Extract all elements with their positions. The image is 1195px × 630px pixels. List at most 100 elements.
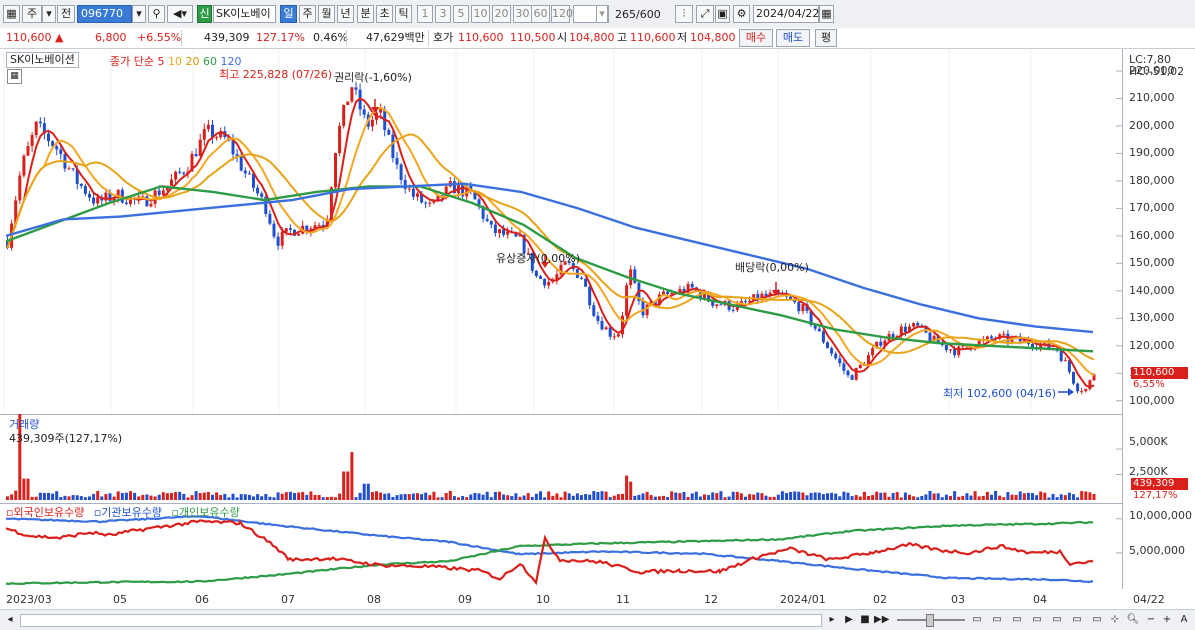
zoom-slider-handle[interactable] [926,614,934,627]
prev-button[interactable]: 전 [57,5,75,23]
candle-body [826,342,829,349]
calendar-icon[interactable]: ▦ [819,5,834,23]
candle-body [161,190,165,196]
tab-day[interactable]: 일 [280,5,297,23]
num-tab-1[interactable]: 1 [417,5,433,23]
draw-tool-icon[interactable]: ⤢ [696,5,714,23]
candle-body [317,224,321,226]
layout-icon-5[interactable]: ▭ [1050,612,1064,628]
volume-bar [854,494,858,500]
x-axis-label: 2023/03 [6,593,52,606]
layout-icon-1[interactable]: ▭ [970,612,984,628]
candle-body [411,188,415,197]
volume-bar [924,494,928,500]
volume-bar [928,490,932,500]
volume-bar [899,497,903,500]
stock-code-input[interactable]: 096770 [77,5,132,23]
candle-body [247,173,251,175]
volume-bar [305,494,309,500]
crosshair-icon[interactable]: ⊹ [1108,612,1122,628]
fast-forward-icon[interactable]: ▶▶ [874,612,889,628]
zoom-icon[interactable]: 🔍︎ [1126,612,1140,628]
sell-button[interactable]: 매도 [776,29,810,47]
stock-label-box[interactable]: SK이노베이션 [6,52,79,68]
num-tab-20[interactable]: 20 [492,5,511,23]
num-tab-10[interactable]: 10 [471,5,490,23]
chart-scrollbar[interactable]: ◂ ▸ ▶ ■ ▶▶ ▭ ▭ ▭ ▭ ▭ ▭ ▭ ⊹ 🔍︎ − + A [0,609,1195,630]
price-y-tick: 190,000 [1129,146,1175,160]
volume-bar [416,493,419,500]
eval-button[interactable]: 평 [815,29,837,47]
volume-bar [1010,494,1014,500]
layout-icon-7[interactable]: ▭ [1090,612,1104,628]
zoom-out-icon[interactable]: − [1145,612,1157,628]
volume-chart-canvas[interactable] [0,414,1122,503]
table-icon[interactable]: ▦ [7,69,22,84]
speaker-icon[interactable]: ◀▾ [167,5,193,23]
volume-bar [161,492,165,500]
date-field[interactable]: 2024/04/22 [753,5,819,23]
volume-bar [694,491,698,500]
gear-icon[interactable]: ⚙ [733,5,750,23]
candle-body [1063,360,1067,362]
grid-menu-icon[interactable]: ▦ [3,5,20,23]
scroll-track[interactable] [20,614,822,627]
candle-type-icon[interactable]: ⫶ [675,5,693,23]
stop-icon[interactable]: ■ [858,612,872,628]
layout-icon-4[interactable]: ▭ [1030,612,1044,628]
legend-individual[interactable]: ▫개인보유수량 [172,506,240,519]
buy-button[interactable]: 매수 [739,29,773,47]
search-icon[interactable]: ⚲ [148,5,165,23]
font-size-icon[interactable]: A [1177,612,1191,628]
candle-body [407,188,411,190]
tab-year[interactable]: 년 [337,5,354,23]
volume-bar [797,491,801,500]
tab-week[interactable]: 주 [299,5,316,23]
candle-body [38,121,42,124]
scroll-right-icon[interactable]: ▸ [826,612,838,628]
volume-bar [633,495,637,500]
tab-second-label: 초 [379,7,390,20]
layout-icon-6[interactable]: ▭ [1070,612,1084,628]
save-icon[interactable]: ▣ [715,5,730,23]
candle-body [547,281,551,286]
play-icon[interactable]: ▶ [842,612,856,628]
chevron-down-icon[interactable]: ▾ [42,5,56,23]
tab-second[interactable]: 초 [376,5,393,23]
num-tab-120[interactable]: 120 [551,5,573,23]
legend-foreign[interactable]: ▫외국인보유수량 [6,506,84,519]
code-dropdown-icon[interactable]: ▾ [132,5,146,23]
chevron-down-icon[interactable]: ▾ [596,5,608,23]
stock-name-field[interactable]: SK이노베이 [213,5,276,23]
candle-body [1076,383,1080,392]
num-tab-60[interactable]: 60 [531,5,550,23]
legend-institution[interactable]: ▫기관보유수량 [94,506,162,519]
scroll-left-icon[interactable]: ◂ [4,612,16,628]
num-tab-label: 20 [494,7,509,20]
num-tab-5[interactable]: 5 [453,5,469,23]
volume-bar [1055,497,1059,500]
zoom-in-icon[interactable]: + [1161,612,1173,628]
num-tab-3[interactable]: 3 [435,5,451,23]
num-tab-30[interactable]: 30 [513,5,532,23]
toolbar: ▦ 주 ▾ 전 096770 ▾ ⚲ ◀▾ 신 SK이노베이 일 주 월 년 분… [0,0,1195,29]
volume-bar [563,491,567,500]
event-capital-increase: 유상증자(0,00%) [496,252,581,265]
tab-minute[interactable]: 분 [357,5,374,23]
volume-bar [789,492,793,500]
volume-bar [149,495,153,500]
volume-bar [1059,494,1063,500]
pct-tag: 6,55% [1131,379,1188,391]
candle-body [592,305,596,316]
candle-body [297,233,301,236]
candle-body [194,154,198,157]
layout-icon-2[interactable]: ▭ [990,612,1004,628]
price-chart-canvas[interactable] [0,49,1122,414]
tab-month[interactable]: 월 [318,5,335,23]
tab-tick[interactable]: 틱 [395,5,412,23]
volume-bar [739,493,743,500]
candle-body [719,304,723,306]
candle-body [22,155,26,176]
period-main-select[interactable]: 주 [22,5,42,23]
layout-icon-3[interactable]: ▭ [1010,612,1024,628]
